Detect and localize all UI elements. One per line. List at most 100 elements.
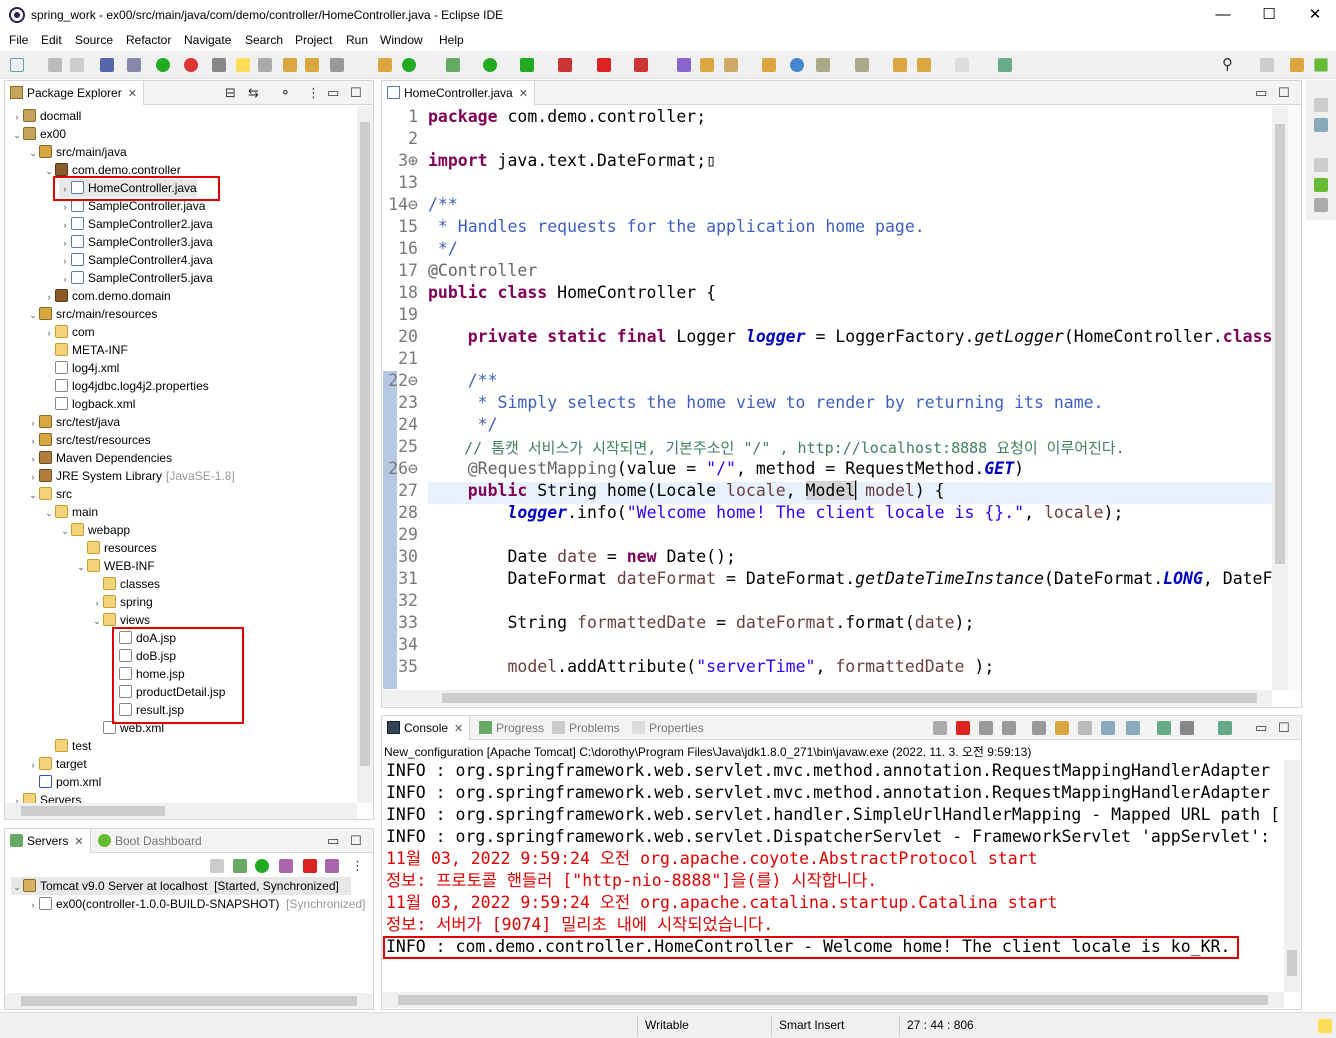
- new-package-icon[interactable]: [378, 58, 392, 72]
- tree-item[interactable]: › src/test/resources: [27, 431, 151, 449]
- pin-editor-icon[interactable]: [998, 58, 1012, 72]
- editor-vertical-scrollbar[interactable]: [1272, 106, 1288, 690]
- expand-twisty-icon[interactable]: ›: [11, 792, 23, 803]
- menu-file[interactable]: File: [9, 33, 28, 47]
- expand-twisty-icon[interactable]: ›: [11, 108, 23, 126]
- new-class-icon[interactable]: [402, 58, 416, 72]
- menu-search[interactable]: Search: [245, 33, 283, 47]
- editor-horizontal-scrollbar[interactable]: [382, 690, 1272, 706]
- tree-item[interactable]: classes: [91, 575, 160, 593]
- expand-twisty-icon[interactable]: ›: [27, 414, 39, 432]
- maximize-view-icon[interactable]: ☐: [350, 85, 362, 101]
- menu-source[interactable]: Source: [75, 33, 113, 47]
- run-icon[interactable]: [483, 58, 497, 72]
- stop-server-icon[interactable]: [303, 859, 317, 873]
- open-perspective-icon[interactable]: [1260, 58, 1274, 72]
- tree-item[interactable]: › spring: [91, 593, 153, 611]
- menu-refactor[interactable]: Refactor: [126, 33, 171, 47]
- expand-twisty-icon[interactable]: ›: [59, 252, 71, 270]
- external-tools-icon[interactable]: [558, 58, 572, 72]
- debug-icon[interactable]: [446, 58, 460, 72]
- tree-item[interactable]: ⌄ src: [27, 485, 72, 503]
- view-menu-icon[interactable]: ⋮: [307, 85, 320, 101]
- collapse-icon[interactable]: [210, 859, 224, 873]
- console-vscroll-thumb[interactable]: [1287, 950, 1297, 976]
- tree-item[interactable]: › SampleController5.java: [59, 269, 213, 287]
- start-server-icon[interactable]: [255, 859, 269, 873]
- expand-twisty-icon[interactable]: ›: [27, 468, 39, 486]
- tree-item[interactable]: › com.demo.domain: [43, 287, 171, 305]
- clear-console-icon[interactable]: [1032, 721, 1046, 735]
- close-tab-icon[interactable]: ✕: [519, 88, 528, 100]
- publish-icon[interactable]: [325, 859, 339, 873]
- show-on-stderr-icon[interactable]: [1126, 721, 1140, 735]
- restore-icon[interactable]: [1314, 158, 1328, 172]
- expand-twisty-icon[interactable]: ⌄: [91, 612, 103, 630]
- outline-icon[interactable]: [1314, 118, 1328, 132]
- tree-item[interactable]: ⌄ WEB-INF: [75, 557, 155, 575]
- console-hscroll-thumb[interactable]: [398, 995, 1268, 1005]
- minimize-button[interactable]: —: [1205, 4, 1241, 26]
- pin-console-icon[interactable]: [1157, 721, 1171, 735]
- minimize-view-icon[interactable]: ▭: [1255, 85, 1267, 101]
- server-module-row[interactable]: › ex00(controller-1.0.0-BUILD-SNAPSHOT) […: [27, 895, 365, 913]
- next-annotation-icon[interactable]: [816, 58, 830, 72]
- tree-item[interactable]: › src/test/java: [27, 413, 120, 431]
- tree-item[interactable]: › SampleController2.java: [59, 215, 213, 233]
- pilcrow-icon[interactable]: [330, 58, 344, 72]
- forward-icon[interactable]: [955, 58, 969, 72]
- expand-twisty-icon[interactable]: ›: [43, 288, 55, 306]
- tree-item[interactable]: › Servers: [11, 791, 81, 803]
- expand-twisty-icon[interactable]: ›: [27, 756, 39, 774]
- tree-item[interactable]: › Maven Dependencies: [27, 449, 172, 467]
- menu-run[interactable]: Run: [346, 33, 368, 47]
- globe-icon[interactable]: [790, 58, 804, 72]
- open-console-icon[interactable]: [1218, 721, 1232, 735]
- wand-icon[interactable]: [724, 58, 738, 72]
- tree-item[interactable]: logback.xml: [43, 395, 135, 413]
- menu-help[interactable]: Help: [439, 33, 464, 47]
- debug-server-icon[interactable]: [233, 859, 247, 873]
- word-wrap-icon[interactable]: [1078, 721, 1092, 735]
- tree-vertical-scrollbar[interactable]: [357, 106, 373, 803]
- show-on-stdout-icon[interactable]: [1101, 721, 1115, 735]
- tree-item[interactable]: resources: [75, 539, 157, 557]
- close-tab-icon[interactable]: ✕: [128, 88, 137, 100]
- tab-properties[interactable]: Properties: [627, 716, 710, 740]
- terminate-relaunch-icon[interactable]: [933, 721, 947, 735]
- tab-package-explorer[interactable]: Package Explorer ✕: [5, 81, 144, 105]
- open-type-icon[interactable]: [212, 58, 226, 72]
- terminate-icon[interactable]: [956, 721, 970, 735]
- expand-twisty-icon[interactable]: ›: [91, 594, 103, 612]
- new-icon[interactable]: [10, 58, 24, 72]
- close-tab-icon[interactable]: ✕: [454, 723, 463, 735]
- tree-item[interactable]: ⌄ main: [43, 503, 98, 521]
- editor-hscroll-thumb[interactable]: [442, 693, 1257, 703]
- tab-servers[interactable]: Servers ✕: [5, 829, 91, 853]
- expand-twisty-icon[interactable]: ⌄: [27, 144, 39, 162]
- maximize-button[interactable]: ☐: [1251, 4, 1287, 26]
- editor-vscroll-thumb[interactable]: [1275, 124, 1285, 564]
- java-ee-perspective-icon[interactable]: [1290, 58, 1304, 72]
- tree-item[interactable]: ⌄ webapp: [59, 521, 130, 539]
- block-icon[interactable]: [305, 58, 319, 72]
- tree-item[interactable]: log4jdbc.log4j2.properties: [43, 377, 209, 395]
- annotation-icon[interactable]: [283, 58, 297, 72]
- tree-vscroll-thumb[interactable]: [360, 122, 370, 766]
- minimize-view-icon[interactable]: ▭: [327, 85, 339, 101]
- terminal-icon[interactable]: [100, 58, 114, 72]
- expand-twisty-icon[interactable]: ⌄: [27, 306, 39, 324]
- console-vertical-scrollbar[interactable]: [1284, 760, 1300, 992]
- mark-occurrences-icon[interactable]: [236, 58, 250, 72]
- servers-hscroll-thumb[interactable]: [21, 996, 357, 1006]
- menu-navigate[interactable]: Navigate: [184, 33, 231, 47]
- spring-icon[interactable]: [184, 58, 198, 72]
- tab-homecontroller-java[interactable]: HomeController.java ✕: [382, 81, 535, 105]
- minimize-view-icon[interactable]: ▭: [327, 833, 339, 849]
- expand-twisty-icon[interactable]: ›: [59, 270, 71, 288]
- close-tab-icon[interactable]: ✕: [74, 836, 83, 848]
- prev-annotation-icon[interactable]: [855, 58, 869, 72]
- tree-item[interactable]: › target: [27, 755, 87, 773]
- expand-twisty-icon[interactable]: ›: [43, 324, 55, 342]
- restore-icon[interactable]: [1314, 98, 1328, 112]
